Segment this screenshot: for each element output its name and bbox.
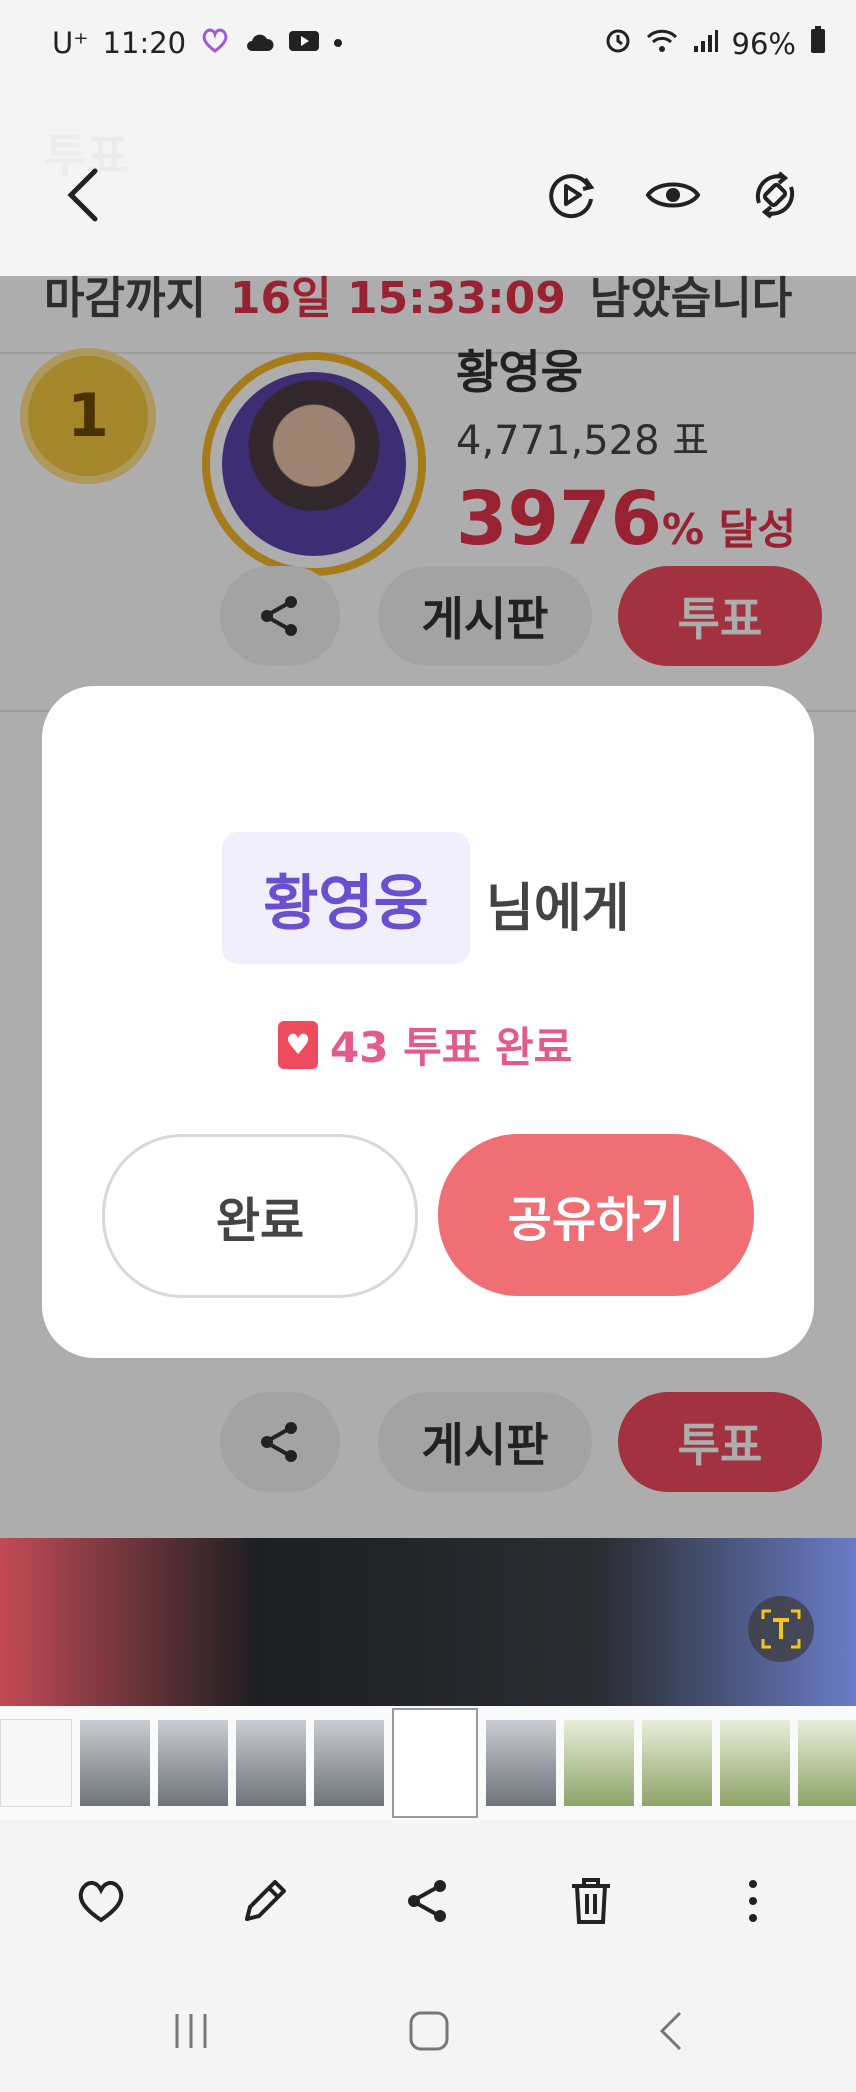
alarm-icon — [604, 26, 632, 61]
thumbnail[interactable] — [80, 1720, 150, 1806]
recipient-suffix: 님에게 — [486, 879, 630, 939]
status-right: 96% — [604, 26, 826, 61]
thumbnail[interactable] — [158, 1720, 228, 1806]
share-icon[interactable] — [392, 1866, 462, 1936]
thumbnail[interactable] — [720, 1720, 790, 1806]
motion-photo-icon[interactable] — [536, 160, 606, 230]
thumbnail[interactable] — [486, 1720, 556, 1806]
signal-icon — [692, 27, 718, 61]
thumbnail[interactable] — [564, 1720, 634, 1806]
cloud-icon — [244, 26, 274, 60]
wifi-icon — [646, 27, 678, 61]
heart-app-icon — [200, 26, 230, 60]
banner-photo — [0, 1538, 856, 1706]
eye-icon[interactable] — [638, 160, 708, 230]
thumbnail[interactable] — [798, 1720, 856, 1806]
heart-icon: ♥ — [278, 1020, 318, 1069]
status-bar: U⁺ 11:20 96% — [0, 0, 856, 96]
recents-icon[interactable] — [156, 1996, 226, 2066]
favorite-icon[interactable] — [66, 1866, 136, 1936]
more-icon[interactable] — [718, 1866, 788, 1936]
share-button[interactable]: 공유하기 — [438, 1134, 754, 1296]
vote-complete-line: ♥ 43 투표 완료 — [278, 1014, 572, 1075]
back-icon[interactable] — [48, 160, 118, 230]
back-nav-icon[interactable] — [636, 1996, 706, 2066]
rotate-icon[interactable] — [740, 160, 810, 230]
done-button[interactable]: 완료 — [102, 1134, 418, 1298]
vote-complete-text: 43 투표 완료 — [330, 1023, 573, 1072]
trash-icon[interactable] — [556, 1866, 626, 1936]
thumbnail[interactable] — [236, 1720, 306, 1806]
battery-icon — [810, 26, 826, 61]
notification-dot — [334, 39, 343, 47]
thumbnail[interactable] — [0, 1719, 72, 1807]
thumbnail[interactable] — [642, 1720, 712, 1806]
home-icon[interactable] — [394, 1996, 464, 2066]
youtube-icon — [288, 26, 320, 60]
edit-icon[interactable] — [230, 1866, 300, 1936]
thumbnail[interactable] — [314, 1720, 384, 1806]
thumbnail-strip — [0, 1706, 856, 1820]
text-extract-icon[interactable] — [748, 1596, 814, 1662]
current-thumbnail[interactable] — [392, 1708, 478, 1818]
battery-level: 96% — [731, 26, 796, 61]
clock: 11:20 — [102, 26, 187, 60]
candidate-name-chip: 황영웅 — [222, 832, 470, 964]
status-left: U⁺ 11:20 — [52, 26, 343, 60]
carrier-label: U⁺ — [52, 26, 89, 60]
